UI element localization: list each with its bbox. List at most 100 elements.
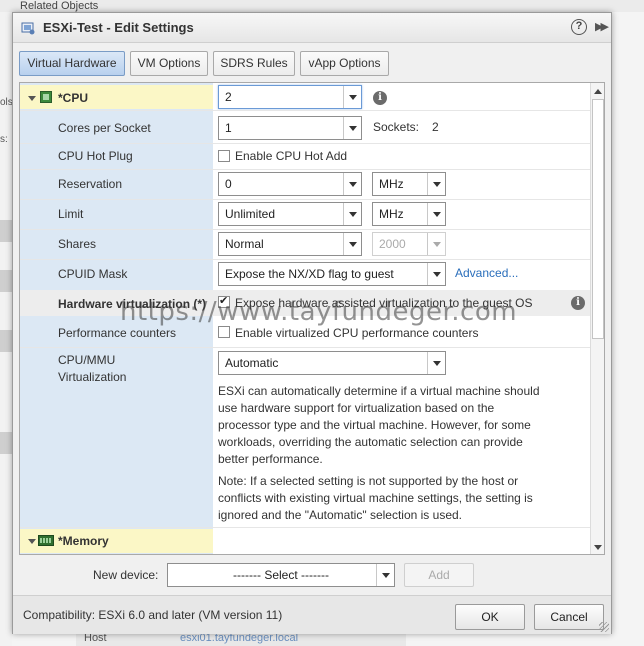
tab-virtual-hardware[interactable]: Virtual Hardware [19,51,125,76]
background-left-strip: ols s: [0,12,13,646]
advanced-link[interactable]: Advanced... [455,266,518,280]
limit-label: Limit [58,207,84,221]
chevron-down-icon[interactable] [427,352,445,374]
cpuid-mask-select[interactable]: Expose the NX/XD flag to guest [218,262,446,286]
shares-number-value: 2000 [379,237,406,251]
note-line: ignored and the "Automatic" selection is… [218,508,462,522]
dialog-titlebar: ESXi-Test - Edit Settings ? ▶▶ [13,13,611,43]
reservation-input[interactable]: 0 [218,172,362,196]
cpu-mmu-label-2: Virtualization [58,370,127,384]
expand-icon[interactable]: ▶▶ [595,20,609,33]
performance-counters-checkbox-label[interactable]: Enable virtualized CPU performance count… [235,326,478,340]
background-segment [0,330,12,352]
dialog-footer: Compatibility: ESXi 6.0 and later (VM ve… [13,595,611,634]
description-line: ESXi can automatically determine if a vi… [218,384,540,398]
description-line: workloads, overriding the automatic sele… [218,435,523,449]
limit-unit-select[interactable]: MHz [372,202,446,226]
collapse-arrow-icon[interactable] [28,96,36,101]
background-segment [0,220,12,242]
virtualization-note: Note: If a selected setting is not suppo… [218,473,558,524]
virtualization-description: ESXi can automatically determine if a vi… [218,383,558,468]
cores-per-socket-value: 1 [225,121,232,135]
cpu-mmu-label: CPU/MMU [58,353,116,367]
chevron-down-icon[interactable] [343,173,361,195]
scroll-up-icon[interactable] [591,84,604,98]
new-device-label: New device: [93,568,159,582]
vm-settings-icon [21,22,35,35]
background-segment [0,270,12,292]
new-device-select[interactable]: ------- Select ------- [167,563,395,587]
row-divider [20,143,590,144]
chevron-down-icon [427,233,445,255]
reservation-label: Reservation [58,177,123,191]
tab-vm-options[interactable]: VM Options [130,51,208,76]
background-segment [0,432,12,454]
shares-number-input: 2000 [372,232,446,256]
cpu-chip-icon [40,91,52,103]
note-line: conflicts with existing virtual machine … [218,491,533,505]
vertical-scrollbar[interactable] [590,83,604,554]
cores-per-socket-select[interactable]: 1 [218,116,362,140]
chevron-down-icon[interactable] [376,564,394,586]
reservation-unit-select[interactable]: MHz [372,172,446,196]
memory-section-label: *Memory [58,534,109,548]
note-line: Note: If a selected setting is not suppo… [218,474,519,488]
background-left-text: ols [0,97,13,108]
sockets-value: 2 [432,120,439,134]
shares-select[interactable]: Normal [218,232,362,256]
new-device-select-value: ------- Select ------- [233,568,329,582]
cpu-mmu-select[interactable]: Automatic [218,351,446,375]
shares-value: Normal [225,237,264,251]
ok-button[interactable]: OK [455,604,525,630]
info-icon[interactable]: i [571,296,585,310]
add-device-button: Add [404,563,474,587]
reservation-unit-value: MHz [379,177,404,191]
background-left-text: s: [0,134,8,145]
cpu-count-select[interactable]: 2 [218,85,362,109]
chevron-down-icon[interactable] [427,173,445,195]
chevron-down-icon[interactable] [343,117,361,139]
background-window-header: Related Objects [0,0,644,12]
cores-per-socket-label: Cores per Socket [58,121,151,135]
collapse-arrow-icon[interactable] [28,539,36,544]
limit-input[interactable]: Unlimited [218,202,362,226]
limit-value: Unlimited [225,207,276,221]
cancel-button[interactable]: Cancel [534,604,604,630]
tab-sdrs-rules[interactable]: SDRS Rules [213,51,295,76]
row-divider [20,527,590,528]
shares-label: Shares [58,237,97,251]
chevron-down-icon[interactable] [427,263,445,285]
cpu-hot-add-label[interactable]: Enable CPU Hot Add [235,149,347,163]
cpuid-mask-value: Expose the NX/XD flag to guest [225,267,394,281]
row-divider [20,199,590,200]
cpu-hot-plug-label: CPU Hot Plug [58,149,133,163]
row-divider [20,259,590,260]
scrollbar-thumb[interactable] [592,99,604,339]
row-divider [20,110,590,111]
cpu-hot-add-checkbox[interactable] [218,150,230,162]
background-related-objects: Related Objects [20,0,99,12]
compatibility-text: Compatibility: ESXi 6.0 and later (VM ve… [23,608,283,622]
row-divider [20,347,590,348]
row-divider [20,169,590,170]
watermark: https://www.tayfundeger.com [120,297,518,327]
chevron-down-icon[interactable] [343,86,361,108]
performance-counters-label: Performance counters [58,326,177,340]
description-line: processor type and the virtual machine. … [218,418,531,432]
chevron-down-icon[interactable] [343,233,361,255]
scroll-down-icon[interactable] [591,540,604,554]
info-icon[interactable]: i [373,91,387,105]
tab-vapp-options[interactable]: vApp Options [300,51,389,76]
chevron-down-icon[interactable] [343,203,361,225]
cpu-section-label: *CPU [58,91,89,105]
sockets-label: Sockets: [373,120,420,134]
cpu-count-value: 2 [225,90,232,104]
cpuid-mask-label: CPUID Mask [58,267,128,281]
performance-counters-checkbox[interactable] [218,326,230,338]
memory-icon [38,535,54,546]
description-line: better performance. [218,452,323,466]
chevron-down-icon[interactable] [427,203,445,225]
help-icon[interactable]: ? [571,19,587,35]
row-divider [20,229,590,230]
resize-grip-icon[interactable] [599,622,609,632]
